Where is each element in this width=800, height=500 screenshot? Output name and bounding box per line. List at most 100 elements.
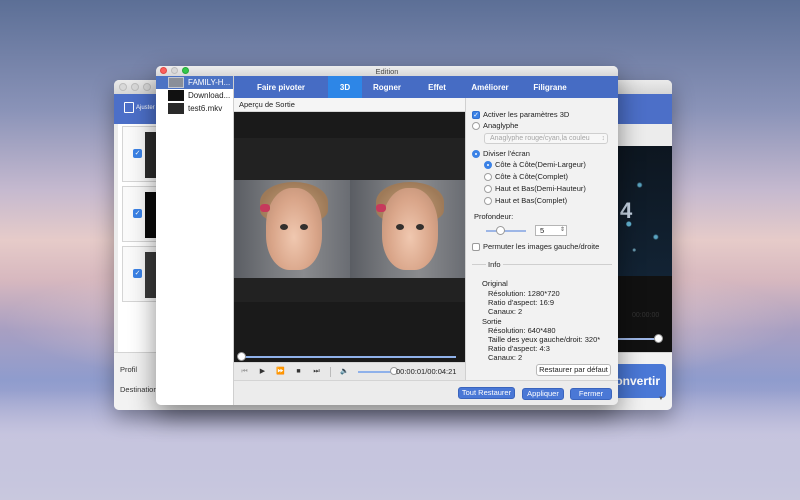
fast-forward-icon[interactable]: ⏩ <box>276 367 285 377</box>
file-list-item[interactable]: Download... <box>156 89 233 102</box>
file-name: test6.mkv <box>188 104 223 113</box>
left-eye-image <box>234 180 350 278</box>
depth-slider-knob[interactable] <box>496 226 505 235</box>
main-window-controls <box>119 83 151 91</box>
edition-footer: Tout Restaurer Appliquer Fermer <box>234 380 618 405</box>
depth-value: 5 <box>540 226 545 235</box>
split-option-radio[interactable] <box>484 160 492 169</box>
skip-back-icon[interactable]: ⏮ <box>240 367 249 377</box>
enable-3d-checkbox[interactable]: ✓ <box>472 110 480 119</box>
play-icon[interactable]: ▶ <box>258 367 267 377</box>
depth-stepper[interactable]: 5 ⇕ <box>535 225 567 236</box>
output-info-line: Taille des yeux gauche/droit: 320* <box>488 335 601 344</box>
anaglyph-option[interactable]: Anaglyphe <box>472 121 518 130</box>
output-info-line: Canaux: 2 <box>488 353 523 362</box>
output-info-line: Résolution: 640*480 <box>488 326 556 335</box>
skip-forward-icon[interactable]: ⏭ <box>312 367 321 377</box>
stop-icon[interactable]: ■ <box>294 367 303 377</box>
swap-images-label: Permuter les images gauche/droite <box>483 242 600 251</box>
anaglyph-radio[interactable] <box>472 121 480 130</box>
playback-progress-bar[interactable] <box>240 356 456 358</box>
add-file-button[interactable]: Ajuster <box>124 102 155 113</box>
split-option-sbs-half[interactable]: Côte à Côte(Demi-Largeur) <box>484 160 586 169</box>
depth-label: Profondeur: <box>474 212 514 221</box>
file-checkbox[interactable]: ✓ <box>133 209 142 218</box>
main-volume-slider[interactable] <box>618 338 658 340</box>
original-title: Original <box>482 279 508 288</box>
right-eye-image <box>349 180 465 278</box>
split-option-label: Haut et Bas(Demi-Hauteur) <box>495 184 586 193</box>
tab-effect[interactable]: Effet <box>412 76 462 98</box>
destination-label: Destination <box>120 385 158 394</box>
original-info-line: Ratio d'aspect: 16:9 <box>488 298 555 307</box>
split-option-radio[interactable] <box>484 172 492 181</box>
restore-all-button[interactable]: Tout Restaurer <box>458 387 515 399</box>
window-title: Edition <box>375 67 399 76</box>
split-screen-option[interactable]: Diviser l'écran <box>472 149 530 158</box>
original-info-line: Résolution: 1280*720 <box>488 289 560 298</box>
stepper-arrows-icon[interactable]: ⇕ <box>560 226 565 235</box>
eye-shape <box>415 224 424 230</box>
file-checkbox[interactable]: ✓ <box>133 269 142 278</box>
profile-label: Profil <box>120 365 138 374</box>
side-by-side-frame <box>234 180 465 278</box>
edit-tabs: Faire pivoter 3D Rogner Effet Améliorer … <box>234 76 618 98</box>
scroll-down-icon[interactable]: ▼ <box>658 396 664 402</box>
output-preview-video <box>234 112 465 362</box>
preview-glyph: 4 <box>620 198 633 223</box>
face-shape <box>381 188 438 270</box>
file-list-item[interactable]: test6.mkv <box>156 102 233 115</box>
swap-images-option[interactable]: Permuter les images gauche/droite <box>472 242 599 251</box>
playback-progress-knob[interactable] <box>237 352 246 361</box>
file-checkbox[interactable]: ✓ <box>133 149 142 158</box>
split-option-sbs-full[interactable]: Côte à Côte(Complet) <box>484 172 568 181</box>
eye-shape <box>395 224 404 230</box>
split-option-label: Côte à Côte(Demi-Largeur) <box>495 160 586 169</box>
tab-enhance[interactable]: Améliorer <box>462 76 518 98</box>
split-option-label: Côte à Côte(Complet) <box>495 172 568 181</box>
eye-shape <box>300 224 308 230</box>
volume-icon[interactable]: 🔈 <box>340 367 349 377</box>
control-divider <box>330 366 331 377</box>
file-thumbnail <box>168 103 184 114</box>
tab-crop[interactable]: Rogner <box>362 76 412 98</box>
split-option-radio[interactable] <box>484 184 492 193</box>
close-window-button[interactable] <box>119 83 127 91</box>
volume-slider[interactable] <box>358 367 398 375</box>
playback-controls: ⏮ ▶ ⏩ ■ ⏭ 🔈 00:00:01/00:04:21 <box>234 362 465 380</box>
main-volume-knob[interactable] <box>654 334 663 343</box>
apply-button[interactable]: Appliquer <box>522 388 564 400</box>
info-title: Info <box>486 260 503 269</box>
tab-rotate[interactable]: Faire pivoter <box>234 76 328 98</box>
split-option-tb-full[interactable]: Haut et Bas(Complet) <box>484 196 567 205</box>
restore-default-button[interactable]: Restaurer par défaut <box>536 364 611 376</box>
split-screen-radio[interactable] <box>472 149 480 158</box>
split-option-tb-half[interactable]: Haut et Bas(Demi-Hauteur) <box>484 184 586 193</box>
edition-titlebar: Edition <box>156 66 618 76</box>
eye-shape <box>280 224 288 230</box>
bow-shape <box>375 204 386 212</box>
split-option-radio[interactable] <box>484 196 492 205</box>
zoom-window-button[interactable] <box>143 83 151 91</box>
file-name: Download... <box>188 91 231 100</box>
split-screen-label: Diviser l'écran <box>483 149 530 158</box>
output-title: Sortie <box>482 317 502 326</box>
close-button[interactable]: Fermer <box>570 388 612 400</box>
edit-file-list: FAMILY-H... Download... test6.mkv <box>156 76 234 405</box>
swap-images-checkbox[interactable] <box>472 242 480 251</box>
original-info-line: Canaux: 2 <box>488 307 523 316</box>
tab-watermark[interactable]: Filigrane <box>518 76 582 98</box>
edition-window: Edition FAMILY-H... Download... test6.mk… <box>156 66 618 405</box>
bow-shape <box>260 204 270 212</box>
enable-3d-label: Activer les paramètres 3D <box>483 110 570 119</box>
tab-3d[interactable]: 3D <box>328 76 362 98</box>
enable-3d-option[interactable]: ✓ Activer les paramètres 3D <box>472 110 569 119</box>
add-file-icon <box>124 102 134 113</box>
anaglyph-label: Anaglyphe <box>483 121 519 130</box>
minimize-window-button[interactable] <box>131 83 139 91</box>
file-thumbnail <box>168 77 184 88</box>
split-option-label: Haut et Bas(Complet) <box>495 196 568 205</box>
add-file-label: Ajuster <box>136 104 155 111</box>
depth-slider[interactable] <box>486 230 526 232</box>
file-list-item[interactable]: FAMILY-H... <box>156 76 233 89</box>
